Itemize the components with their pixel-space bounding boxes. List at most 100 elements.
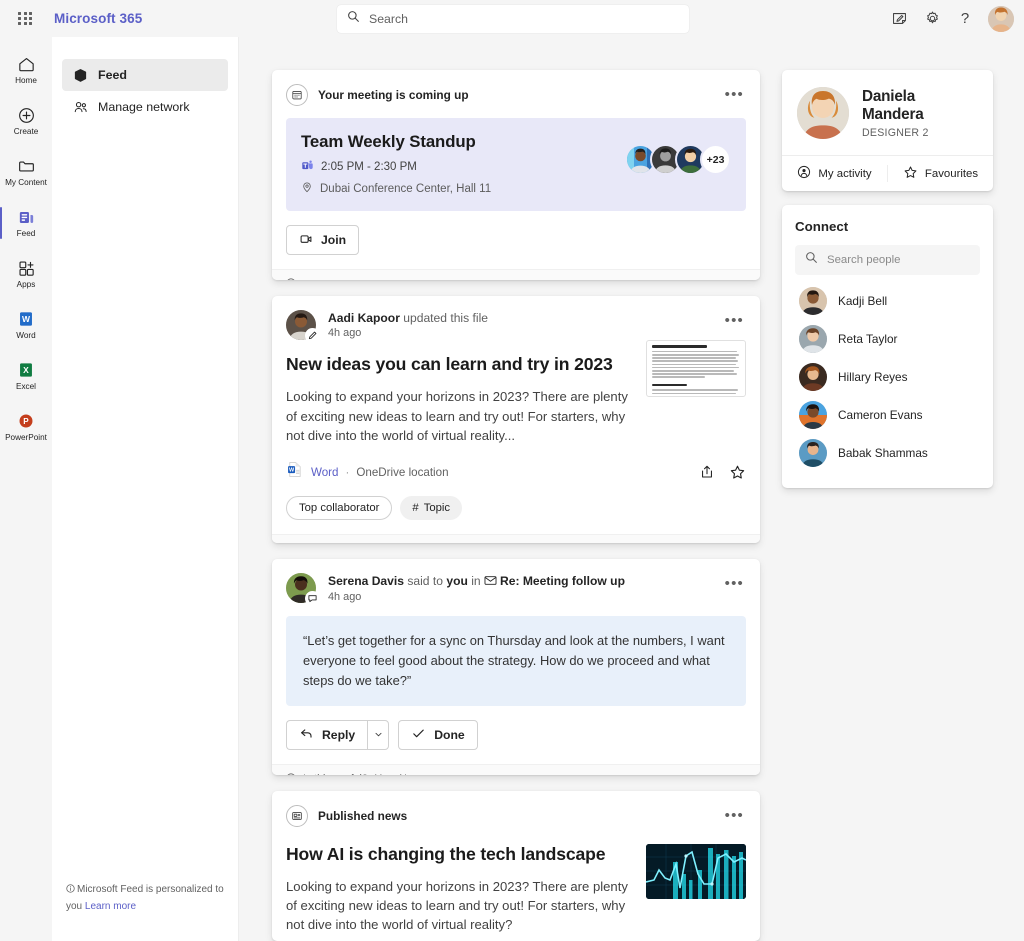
rail-item-apps[interactable]: Apps: [0, 249, 52, 299]
secondary-nav: Feed Manage network Microsoft Feed is pe…: [52, 37, 239, 941]
help-glyph: ?: [960, 10, 970, 27]
pill-label: Top collaborator: [299, 502, 380, 515]
news-overflow-menu-icon[interactable]: •••: [723, 805, 746, 827]
favourites-button[interactable]: Favourites: [888, 156, 993, 191]
help-icon[interactable]: ?: [950, 4, 980, 34]
person-name: Kadji Bell: [838, 294, 888, 308]
useful-no-button[interactable]: No: [399, 773, 413, 775]
person-name: Hillary Reyes: [838, 370, 908, 384]
news-thumbnail[interactable]: [646, 843, 746, 899]
file-author-name[interactable]: Aadi Kapoor: [328, 311, 400, 325]
useful-no-button[interactable]: No: [399, 279, 413, 281]
rail-label: Feed: [16, 229, 36, 239]
email-sender-meta: Serena Davis said to you in Re: Meeting …: [328, 573, 625, 603]
word-icon: W: [17, 309, 35, 329]
email-card: Serena Davis said to you in Re: Meeting …: [272, 558, 760, 775]
rail-item-home[interactable]: Home: [0, 45, 52, 95]
excel-icon: X: [17, 360, 35, 380]
svg-text:W: W: [289, 468, 295, 474]
my-activity-button[interactable]: My activity: [782, 156, 887, 191]
file-overflow-menu-icon[interactable]: •••: [723, 310, 746, 332]
attendee-avatars[interactable]: +23: [625, 132, 731, 175]
avatar: [799, 439, 827, 467]
attendee-overflow-count[interactable]: +23: [700, 144, 731, 175]
news-kicker: Published news: [318, 808, 408, 823]
list-item[interactable]: Reta Taylor: [795, 320, 980, 358]
news-icon: [286, 804, 308, 827]
share-icon[interactable]: [699, 464, 715, 480]
rail-item-powerpoint[interactable]: P PowerPoint: [0, 402, 52, 452]
word-file-icon: W: [286, 461, 303, 483]
join-button[interactable]: Join: [286, 225, 360, 255]
person-name: Reta Taylor: [838, 332, 898, 346]
box-icon: [72, 67, 88, 83]
file-action-icons: [699, 464, 746, 481]
create-plus-icon: [17, 105, 36, 125]
email-sender-name[interactable]: Serena Davis: [328, 574, 404, 588]
meeting-location: Dubai Conference Center, Hall 11: [320, 182, 492, 195]
useful-yes-button[interactable]: Yes: [375, 279, 392, 281]
rail-item-feed[interactable]: Feed: [0, 198, 52, 248]
pill-top-collaborator[interactable]: Top collaborator: [286, 496, 393, 521]
rail-item-create[interactable]: Create: [0, 96, 52, 146]
list-item[interactable]: Babak Shammas: [795, 434, 980, 472]
people-search-input[interactable]: [827, 254, 970, 266]
gear-icon[interactable]: [917, 4, 947, 34]
learn-more-link[interactable]: Learn more: [85, 901, 136, 912]
feed-personalization-note: Microsoft Feed is personalized to you Le…: [66, 882, 226, 914]
info-icon: [66, 883, 75, 899]
main-canvas[interactable]: Your meeting is coming up ••• Team Weekl…: [239, 37, 1024, 941]
rail-label: Create: [13, 127, 39, 137]
rail-item-word[interactable]: W Word: [0, 300, 52, 350]
right-column: Daniela Mandera DESIGNER 2 My activity F…: [782, 70, 993, 941]
search-input[interactable]: [369, 11, 679, 26]
search-bar[interactable]: [337, 4, 689, 33]
meeting-location-row: Dubai Conference Center, Hall 11: [301, 181, 491, 196]
done-button[interactable]: Done: [398, 719, 478, 750]
waffle-icon[interactable]: [8, 3, 42, 35]
favourite-star-icon[interactable]: [729, 464, 746, 481]
sidebar-item-label: Feed: [98, 68, 127, 82]
meeting-time-row: 2:05 PM - 2:30 PM: [301, 159, 491, 175]
list-item[interactable]: Cameron Evans: [795, 396, 980, 434]
home-icon: [17, 54, 36, 74]
pill-label: Topic: [423, 502, 451, 515]
pill-topic[interactable]: # Topic: [400, 496, 463, 521]
rail-item-my-content[interactable]: My Content: [0, 147, 52, 197]
file-app-name[interactable]: Word: [311, 466, 339, 479]
reply-button[interactable]: Reply: [286, 719, 368, 750]
search-icon: [347, 10, 360, 28]
clock-info-icon: [286, 278, 296, 281]
feedback-note-icon[interactable]: [884, 4, 914, 34]
email-overflow-menu-icon[interactable]: •••: [723, 573, 746, 595]
people-search-bar[interactable]: [795, 245, 980, 275]
email-subject[interactable]: Re: Meeting follow up: [500, 574, 625, 588]
sidebar-item-manage-network[interactable]: Manage network: [62, 91, 228, 123]
video-camera-icon: [299, 232, 313, 249]
reply-split-button: Reply: [286, 719, 390, 750]
profile-avatar[interactable]: [797, 87, 849, 139]
list-item[interactable]: Hillary Reyes: [795, 358, 980, 396]
rail-label: My Content: [5, 178, 47, 188]
teams-icon: [301, 159, 314, 175]
reply-arrow-icon: [299, 726, 314, 744]
reply-chevron-down-icon[interactable]: [367, 719, 390, 750]
avatar: [799, 363, 827, 391]
email-recipient: you: [446, 573, 468, 588]
meeting-title: Team Weekly Standup: [301, 132, 476, 151]
document-thumbnail[interactable]: [646, 340, 746, 398]
account-avatar[interactable]: [988, 5, 1014, 32]
news-card-header: Published news •••: [286, 804, 746, 827]
person-name: Cameron Evans: [838, 408, 923, 422]
rail-item-excel[interactable]: X Excel: [0, 351, 52, 401]
meeting-overflow-menu-icon[interactable]: •••: [723, 84, 746, 106]
meeting-banner[interactable]: Team Weekly Standup 2:05 PM - 2:30 PM Du…: [286, 118, 746, 211]
email-action-in: in: [467, 573, 484, 588]
file-separator: ·: [345, 465, 350, 479]
location-pin-icon: [301, 181, 313, 196]
useful-yes-button[interactable]: Yes: [375, 773, 392, 775]
list-item[interactable]: Kadji Bell: [795, 282, 980, 320]
sidebar-item-feed[interactable]: Feed: [62, 59, 228, 91]
profile-text: Daniela Mandera DESIGNER 2: [862, 88, 978, 139]
brand-title[interactable]: Microsoft 365: [54, 11, 142, 26]
